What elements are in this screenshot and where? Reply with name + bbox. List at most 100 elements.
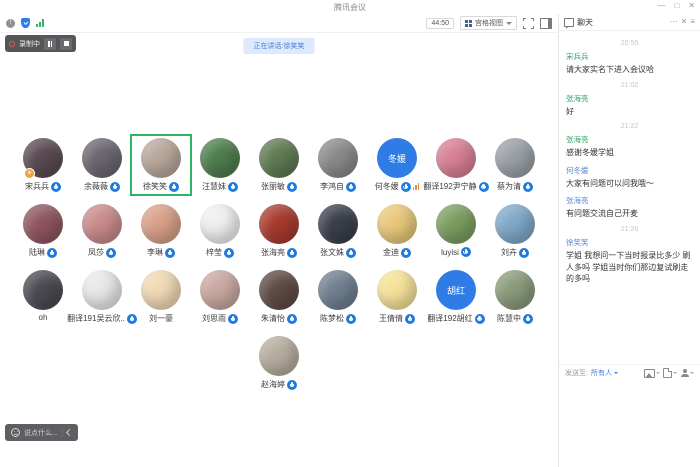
participant-cell[interactable]: 蔡为清 (486, 136, 544, 194)
participant-cell[interactable]: 赵海婷 (250, 334, 308, 392)
participant-cell[interactable]: 金迪 (368, 202, 426, 260)
participant-grid: 宋兵兵余薇薇徐笑笑 汪慧妹张丽敏李鸿自 冬媛何冬媛翻译192尹宁静蔡为清陆琳 凤莎李琳… (0, 136, 558, 392)
chat-bubble-icon (564, 18, 574, 27)
participant-cell[interactable]: 刘思雨 (191, 268, 249, 326)
minimize-button[interactable]: — (657, 1, 665, 11)
participant-name: 陆琳 (29, 247, 45, 258)
participant-name-row: 刘思雨 (202, 313, 238, 324)
chat-more-icon[interactable]: ⋯ (670, 17, 678, 27)
participant-cell[interactable]: 王倩倩 (368, 268, 426, 326)
participant-row: 赵海婷 (250, 334, 308, 392)
participant-cell[interactable]: 胡红翻译192胡红 (427, 268, 485, 326)
participant-cell[interactable]: 冬媛何冬媛 (368, 136, 426, 194)
avatar (200, 204, 240, 244)
chat-sender-name: 张海亮 (566, 195, 693, 206)
mic-icon (127, 314, 137, 324)
participant-cell[interactable]: 张文姝 (309, 202, 367, 260)
layout-view-button[interactable]: 宫格视图 (460, 16, 517, 30)
file-upload-button[interactable] (663, 368, 677, 378)
meeting-info-icon[interactable]: ! (6, 19, 15, 28)
participant-name: 刘一豪 (149, 313, 173, 324)
chevron-down-icon (506, 22, 512, 25)
image-icon (644, 369, 655, 378)
chat-messages[interactable]: 20:55宋兵兵请大家实名下进入会议哈21:02张海亮好21:22张海亮感谢冬媛… (559, 31, 700, 364)
participant-cell[interactable]: luyisi (427, 202, 485, 260)
pause-recording-button[interactable] (44, 38, 56, 50)
send-to-value: 所有人 (591, 368, 612, 378)
participant-cell[interactable]: 李鸿自 (309, 136, 367, 194)
participant-name-row: 李鸿自 (320, 181, 356, 192)
participant-name-row: 赵海婷 (261, 379, 297, 390)
grid-view-icon (465, 20, 472, 27)
topbar-status-icons: ! (6, 18, 44, 28)
participant-cell[interactable]: 凤莎 (73, 202, 131, 260)
participant-cell[interactable]: 梓莹 (191, 202, 249, 260)
participant-cell[interactable]: 陈慧中 (486, 268, 544, 326)
participant-cell[interactable]: 汪慧妹 (191, 136, 249, 194)
participant-cell[interactable]: 徐笑笑 (132, 136, 190, 194)
participant-cell[interactable]: 翻译191吴云欣.. (73, 268, 131, 326)
mic-icon (346, 314, 356, 324)
participant-cell[interactable]: 刘卉 (486, 202, 544, 260)
maximize-button[interactable]: □ (674, 1, 679, 11)
participant-cell[interactable]: 宋兵兵 (14, 136, 72, 194)
chat-input[interactable] (559, 381, 700, 467)
chat-message: 张海亮好 (566, 93, 693, 118)
avatar (377, 270, 417, 310)
chat-sender-name: 徐笑笑 (566, 237, 693, 248)
meeting-timer: 44:50 (426, 18, 454, 29)
quick-chat-placeholder[interactable]: 说点什么... (24, 428, 58, 438)
recording-dot-icon (9, 41, 15, 47)
participant-name: 朱清怡 (261, 313, 285, 324)
participant-cell[interactable]: 张丽敏 (250, 136, 308, 194)
send-to-selector[interactable]: 所有人 (591, 368, 618, 378)
meeting-topbar: ! 44:50 宫格视图 (0, 14, 558, 33)
participant-name-row: 翻译192胡红 (427, 313, 484, 324)
participant-cell[interactable]: 陆琳 (14, 202, 72, 260)
window-title: 腾讯会议 (334, 2, 366, 13)
mic-icon (346, 182, 356, 192)
participant-name-row: 朱清怡 (261, 313, 297, 324)
mic-icon (401, 182, 411, 192)
participant-cell[interactable]: 翻译192尹宁静 (427, 136, 485, 194)
mic-icon (106, 248, 116, 258)
participant-cell[interactable]: 朱清怡 (250, 268, 308, 326)
avatar (495, 270, 535, 310)
mic-icon (110, 182, 120, 192)
security-shield-icon[interactable] (21, 18, 30, 28)
image-upload-button[interactable] (644, 369, 660, 378)
avatar: 胡红 (436, 270, 476, 310)
fullscreen-icon[interactable] (523, 18, 534, 29)
mention-button[interactable] (680, 369, 694, 377)
participant-cell[interactable]: 刘一豪 (132, 268, 190, 326)
chat-message-text: 好 (566, 106, 693, 118)
participant-name: 徐笑笑 (143, 181, 167, 192)
mic-icon (519, 248, 529, 258)
participant-cell[interactable]: 陈梦松 (309, 268, 367, 326)
participant-cell[interactable]: 张海亮 (250, 202, 308, 260)
chat-close-icon[interactable]: ✕ (681, 17, 688, 27)
participant-cell[interactable]: oh (14, 268, 72, 326)
collapse-chevron-icon[interactable] (66, 429, 73, 436)
close-button[interactable]: ✕ (688, 1, 695, 11)
participant-name: 张文姝 (320, 247, 344, 258)
participant-cell[interactable]: 李琳 (132, 202, 190, 260)
stop-recording-button[interactable] (60, 38, 72, 50)
emoji-smiley-icon[interactable] (11, 428, 20, 437)
participant-name: 王倩倩 (379, 313, 403, 324)
participant-name: 金迪 (383, 247, 399, 258)
participant-name-row: 蔡为清 (497, 181, 533, 192)
file-icon (663, 368, 672, 378)
quick-chat-bar[interactable]: 说点什么... (5, 424, 78, 441)
chat-message: 张海亮感谢冬媛学姐 (566, 134, 693, 159)
network-signal-icon[interactable] (36, 19, 44, 27)
participant-name: 张海亮 (261, 247, 285, 258)
side-panel-toggle-icon[interactable] (540, 18, 552, 29)
participant-name-row: 刘一豪 (149, 313, 173, 324)
participant-name: 蔡为清 (497, 181, 521, 192)
avatar (141, 270, 181, 310)
weak-signal-icon (413, 183, 420, 190)
chat-menu-icon[interactable]: ≡ (690, 17, 695, 27)
participant-cell[interactable]: 余薇薇 (73, 136, 131, 194)
mic-icon (165, 248, 175, 258)
